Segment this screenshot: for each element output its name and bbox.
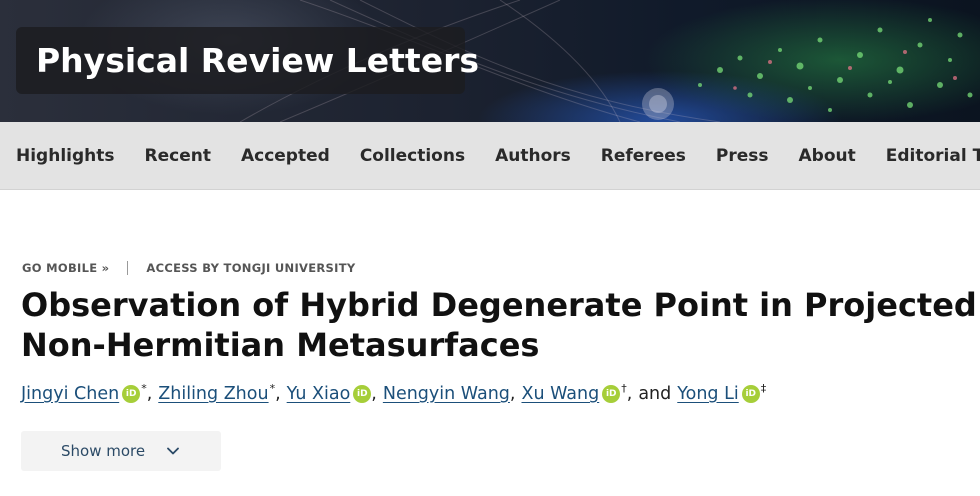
author-conjunction: and [638, 384, 672, 404]
author-link[interactable]: Xu Wang [521, 384, 599, 404]
author-separator: , [626, 384, 633, 404]
author-separator: , [146, 384, 153, 404]
main-nav: Highlights Recent Accepted Collections A… [0, 122, 980, 190]
go-mobile-link[interactable]: GO MOBILE » [22, 261, 109, 275]
author-link[interactable]: Nengyin Wang [383, 384, 510, 404]
affiliation-mark: † [621, 382, 627, 395]
nav-item-accepted[interactable]: Accepted [241, 146, 330, 166]
orcid-icon[interactable]: iD [122, 385, 141, 403]
show-more-label: Show more [61, 442, 146, 460]
author-link[interactable]: Jingyi Chen [21, 384, 119, 404]
orcid-icon[interactable]: iD [741, 385, 760, 403]
author-jingyi-chen: Jingyi Chen iD *, [21, 382, 158, 404]
author-yu-xiao: Yu Xiao iD, [287, 384, 383, 404]
journal-banner: Physical Review Letters [0, 0, 980, 122]
chevron-down-icon [167, 447, 180, 455]
nav-item-press[interactable]: Press [716, 146, 769, 166]
journal-logo[interactable]: Physical Review Letters [16, 27, 479, 94]
orcid-icon[interactable]: iD [602, 385, 621, 403]
nav-item-about[interactable]: About [799, 146, 856, 166]
affiliation-mark: * [269, 382, 276, 395]
nav-item-collections[interactable]: Collections [360, 146, 465, 166]
author-xu-wang: Xu Wang iD †, [521, 382, 638, 404]
author-separator: , [275, 384, 281, 404]
affiliation-mark: ‡ [760, 382, 767, 395]
author-yong-li: Yong Li iD ‡ [677, 382, 767, 404]
author-link[interactable]: Yong Li [677, 384, 738, 404]
article-title-line-2: Non-Hermitian Metasurfaces [21, 326, 540, 364]
nav-item-editorial-team[interactable]: Editorial Team [886, 146, 980, 166]
author-zhiling-zhou: Zhiling Zhou*, [158, 382, 286, 404]
meta-row: GO MOBILE » ACCESS BY TONGJI UNIVERSITY [22, 261, 356, 275]
article-title: Observation of Hybrid Degenerate Point i… [21, 285, 977, 365]
affiliation-mark: * [141, 382, 147, 395]
nav-item-highlights[interactable]: Highlights [16, 146, 115, 166]
nav-item-authors[interactable]: Authors [495, 146, 571, 166]
author-nengyin-wang: Nengyin Wang, [383, 384, 522, 404]
author-list: Jingyi Chen iD *, Zhiling Zhou*, Yu Xiao iD… [21, 382, 767, 404]
article-title-line-1: Observation of Hybrid Degenerate Point i… [21, 286, 977, 324]
author-link[interactable]: Zhiling Zhou [158, 384, 268, 404]
orcid-icon[interactable]: iD [353, 385, 372, 403]
author-separator: , [509, 384, 516, 404]
journal-title[interactable]: Physical Review Letters [36, 41, 479, 80]
author-link[interactable]: Yu Xiao [287, 384, 351, 404]
nav-item-referees[interactable]: Referees [601, 146, 686, 166]
access-label: ACCESS BY TONGJI UNIVERSITY [146, 261, 356, 275]
nav-item-recent[interactable]: Recent [145, 146, 211, 166]
show-more-button[interactable]: Show more [21, 431, 221, 471]
meta-divider [127, 261, 129, 275]
author-separator: , [371, 384, 377, 404]
